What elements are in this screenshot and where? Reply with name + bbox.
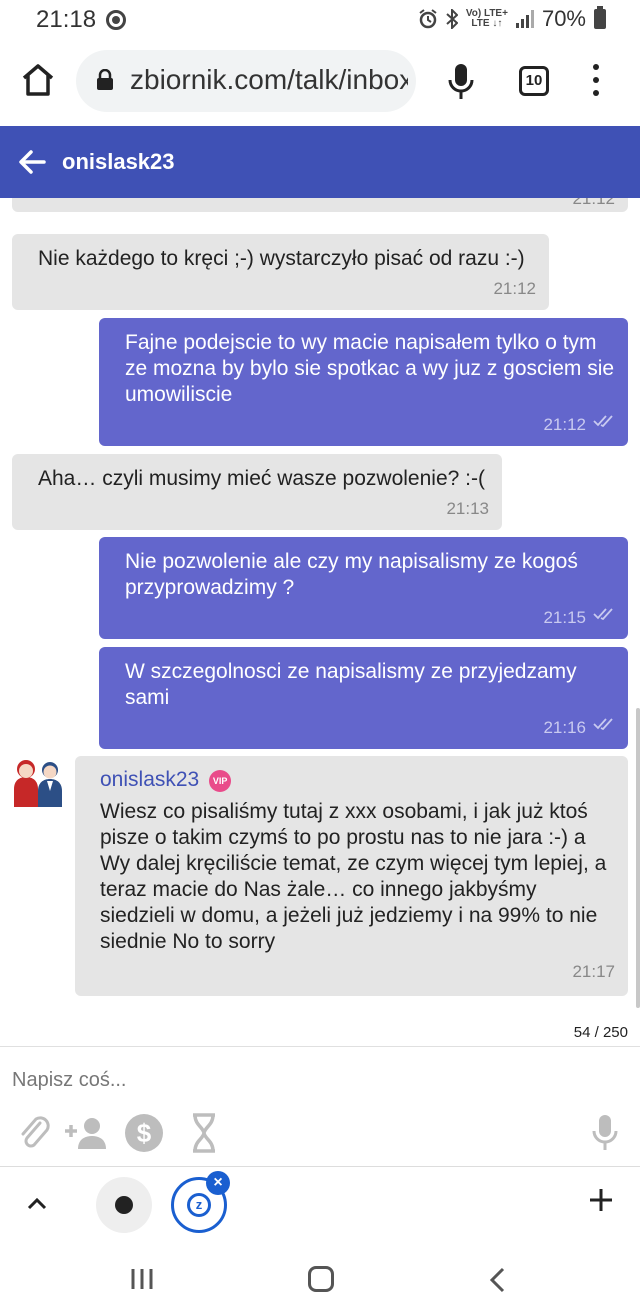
battery-icon <box>594 6 606 29</box>
status-time: 21:18 <box>36 6 97 33</box>
network-line2: LTE ↓↑ <box>471 18 503 29</box>
message-text: Wiesz co pisaliśmy tutaj z xxx osobami, … <box>100 800 607 953</box>
chevron-up-icon[interactable] <box>26 1195 48 1211</box>
browser-bottom-toolbar: z × <box>0 1166 640 1242</box>
voice-icon[interactable] <box>590 1113 620 1153</box>
back-arrow-icon[interactable] <box>16 146 48 178</box>
android-navigation-bar <box>0 1242 640 1316</box>
lock-icon[interactable] <box>96 69 114 91</box>
tabs-button[interactable]: 10 <box>519 66 549 96</box>
message-composer: Napisz coś... $ <box>0 1046 640 1166</box>
attach-icon[interactable] <box>18 1113 50 1153</box>
more-icon[interactable] <box>590 64 602 100</box>
globe-icon <box>115 1196 133 1214</box>
message-bubble-incoming: Nie każdego to kręci ;-) wystarczyło pis… <box>12 234 549 310</box>
avatar[interactable] <box>12 755 64 807</box>
signal-icon <box>515 10 534 28</box>
sender-row: onislask23 VIP <box>100 767 232 793</box>
address-bar[interactable]: zbiornik.com/talk/inbox <box>76 50 416 112</box>
message-time: 21:13 <box>446 499 489 518</box>
chat-title[interactable]: onislask23 <box>62 149 175 175</box>
status-bar: 21:18 Vo) LTE+ LTE ↓↑ 70% <box>0 0 640 38</box>
dollar-icon[interactable]: $ <box>124 1113 164 1153</box>
message-input[interactable]: Napisz coś... <box>12 1069 126 1092</box>
vip-badge: VIP <box>209 770 232 792</box>
chat-messages[interactable]: 21:12 Nie każdego to kręci ;-) wystarczy… <box>0 198 640 1046</box>
back-nav-icon[interactable] <box>488 1266 506 1294</box>
browser-toolbar: zbiornik.com/talk/inbox 10 <box>0 38 640 126</box>
message-time: 21:12 <box>572 198 615 208</box>
hourglass-icon[interactable] <box>190 1113 218 1153</box>
message-text: Nie pozwolenie ale czy my napisalismy ze… <box>125 550 578 599</box>
sender-name[interactable]: onislask23 <box>100 768 199 791</box>
status-icons: Vo) LTE+ LTE ↓↑ 70% <box>418 6 606 32</box>
message-text: Aha… czyli musimy mieć wasze pozwolenie?… <box>38 467 485 490</box>
battery-percent: 70% <box>541 6 586 31</box>
message-bubble-incoming: onislask23 VIP Wiesz co pisaliśmy tutaj … <box>75 756 628 996</box>
message-time: 21:16 <box>543 718 586 737</box>
message-bubble-incoming: Aha… czyli musimy mieć wasze pozwolenie?… <box>12 454 502 530</box>
plus-icon[interactable] <box>588 1187 614 1213</box>
url-text[interactable]: zbiornik.com/talk/inbox <box>130 64 408 96</box>
chrome-notification-icon <box>106 10 126 30</box>
chat-scrollbar[interactable] <box>636 708 640 1008</box>
message-time: 21:15 <box>543 608 586 627</box>
alarm-icon <box>419 9 437 29</box>
message-text: Fajne podejscie to wy macie napisałem ty… <box>125 331 615 406</box>
bluetooth-icon <box>446 9 458 29</box>
message-time: 21:12 <box>493 279 536 298</box>
message-bubble-incoming: 21:12 <box>12 198 628 212</box>
message-bubble-outgoing: W szczegolnosci ze napisalismy ze przyje… <box>99 647 628 749</box>
recents-icon[interactable] <box>130 1267 154 1291</box>
close-icon[interactable]: × <box>206 1171 230 1195</box>
read-ticks-icon <box>593 415 613 427</box>
add-person-icon[interactable] <box>62 1113 108 1153</box>
home-icon[interactable] <box>18 60 58 100</box>
svg-text:$: $ <box>137 1118 152 1148</box>
message-counter: 54 / 250 <box>573 1024 628 1041</box>
mic-icon[interactable] <box>446 62 476 102</box>
read-ticks-icon <box>593 718 613 730</box>
read-ticks-icon <box>593 608 613 620</box>
message-time: 21:12 <box>543 415 586 434</box>
network-indicator: Vo) LTE+ LTE ↓↑ <box>466 9 508 29</box>
site-tab-button[interactable] <box>96 1177 152 1233</box>
home-nav-icon[interactable] <box>308 1266 334 1292</box>
message-time: 21:17 <box>572 962 615 981</box>
message-text: W szczegolnosci ze napisalismy ze przyje… <box>125 660 577 709</box>
message-bubble-outgoing: Fajne podejscie to wy macie napisałem ty… <box>99 318 628 446</box>
z-icon: z <box>187 1193 211 1217</box>
message-text: Nie każdego to kręci ;-) wystarczyło pis… <box>38 247 525 270</box>
chat-header: onislask23 <box>0 126 640 198</box>
message-bubble-outgoing: Nie pozwolenie ale czy my napisalismy ze… <box>99 537 628 639</box>
